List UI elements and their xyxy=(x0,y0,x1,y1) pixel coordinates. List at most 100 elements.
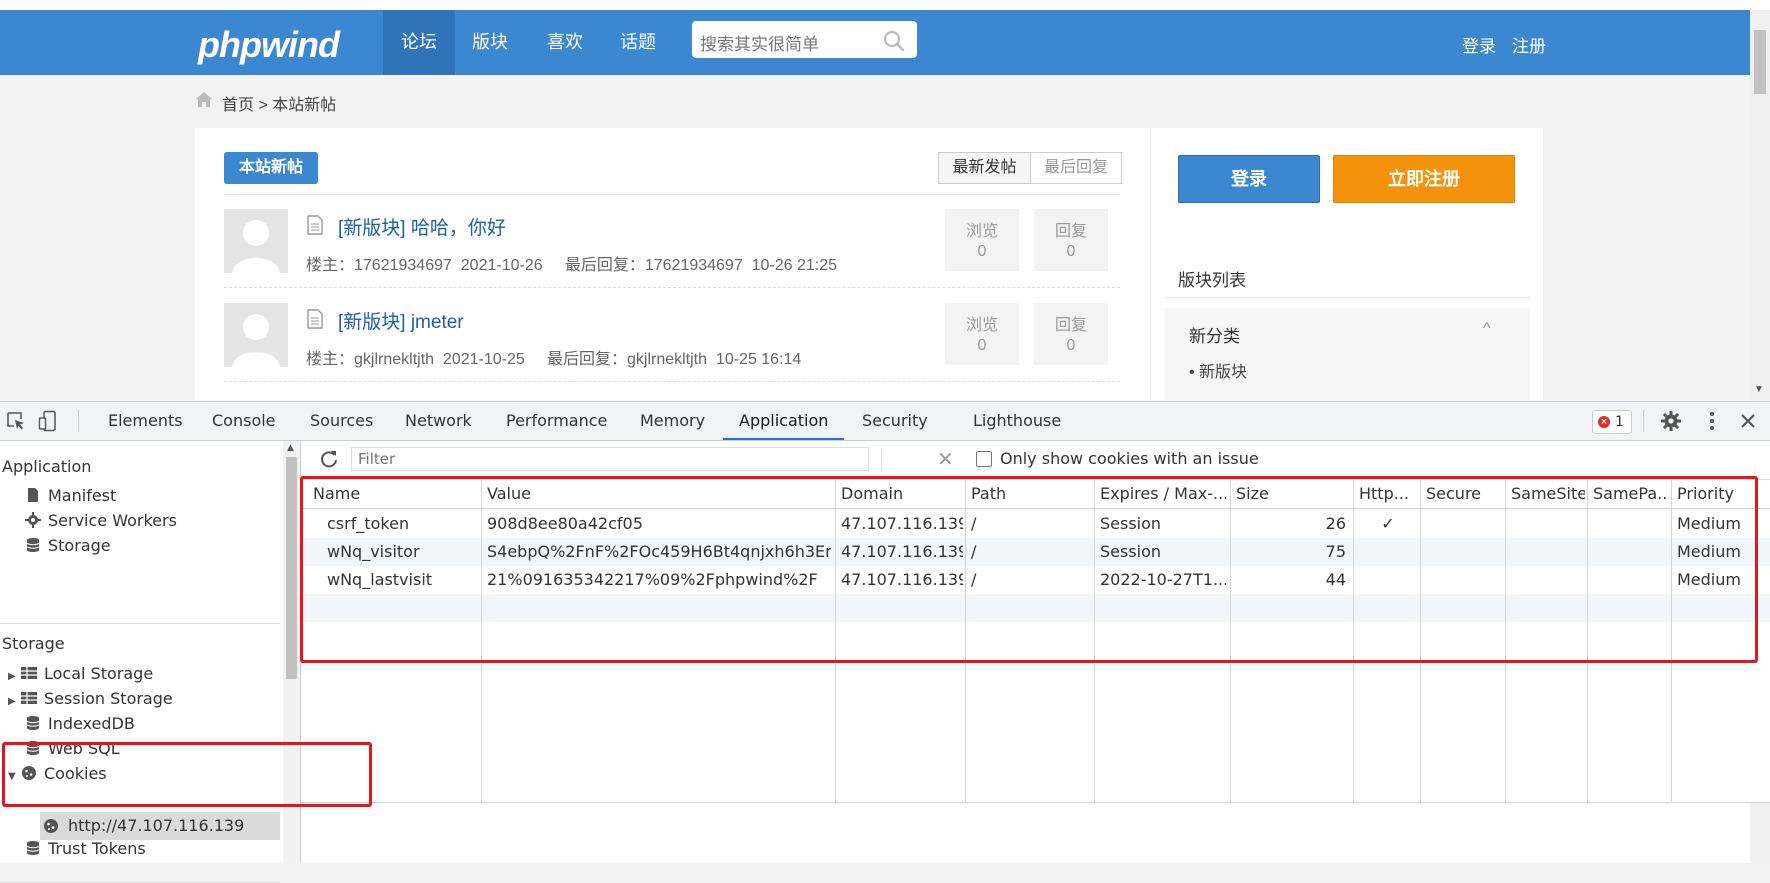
tab-network[interactable]: Network xyxy=(405,402,472,440)
side-login-button[interactable]: 登录 xyxy=(1178,155,1320,203)
thread-meta: 楼主：17621934697 2021-10-26 最后回复：176219346… xyxy=(306,257,838,274)
expand-arrow-icon[interactable]: ▶ xyxy=(8,696,20,707)
scroll-up-arrow-icon[interactable]: ▲ xyxy=(287,443,294,453)
side-register-button[interactable]: 立即注册 xyxy=(1333,155,1515,203)
divider xyxy=(224,194,1120,195)
sidebar-item-label: IndexedDB xyxy=(48,714,135,733)
sidebar-item-label: Trust Tokens xyxy=(48,839,146,858)
sidebar-item-session-storage[interactable]: ▶ Session Storage xyxy=(8,689,173,711)
sidebar-item-manifest[interactable]: Manifest xyxy=(24,486,116,508)
expand-arrow-icon[interactable]: ▶ xyxy=(8,671,20,682)
breadcrumb[interactable]: 首页 > 本站新帖 xyxy=(222,91,336,115)
sidebar-header-storage: Storage xyxy=(2,634,65,653)
tab-performance[interactable]: Performance xyxy=(506,402,607,440)
database-icon xyxy=(26,538,40,552)
cookie-host-label: http://47.107.116.139 xyxy=(68,816,245,835)
nav-forum[interactable]: 论坛 xyxy=(383,10,455,75)
sidebar-item-indexeddb[interactable]: IndexedDB xyxy=(24,714,135,736)
tab-latest-reply[interactable]: 最后回复 xyxy=(1030,152,1122,184)
avatar[interactable] xyxy=(224,303,288,367)
nav-login-link[interactable]: 登录 xyxy=(1462,32,1496,57)
site-navbar: phpwind 论坛 版块 喜欢 话题 搜索其实很简单 登录 注册 xyxy=(0,10,1750,75)
replies-box: 回复 0 xyxy=(1034,303,1108,365)
views-box: 浏览 0 xyxy=(945,303,1019,365)
sidebar-item-label: Service Workers xyxy=(48,511,177,530)
thread-title[interactable]: [新版块] 哈哈，你好 xyxy=(338,213,506,240)
page-scroll-thumb[interactable] xyxy=(1754,30,1766,94)
file-icon xyxy=(28,488,38,502)
highlight-box-cookie-table xyxy=(300,476,1758,663)
error-icon: × xyxy=(1598,416,1610,428)
sidebar-item-label: Local Storage xyxy=(44,664,154,683)
sidebar-item-label: Storage xyxy=(48,536,111,555)
sidebar-item-label: Session Storage xyxy=(44,689,173,708)
search-input[interactable]: 搜索其实很简单 xyxy=(692,21,917,58)
gear-icon xyxy=(25,512,41,528)
new-posts-tag: 本站新帖 xyxy=(224,152,318,184)
toolbar-separator xyxy=(78,410,79,432)
clear-icon[interactable]: ✕ xyxy=(937,449,954,469)
search-icon[interactable] xyxy=(882,29,906,53)
document-icon xyxy=(307,309,323,329)
sidebar-item-local-storage[interactable]: ▶ Local Storage xyxy=(8,664,153,686)
site-logo[interactable]: phpwind xyxy=(198,24,340,66)
highlight-box-cookies-item xyxy=(2,742,372,807)
nav-topic[interactable]: 话题 xyxy=(603,10,673,75)
avatar[interactable] xyxy=(224,209,288,273)
tab-application[interactable]: Application xyxy=(723,402,845,440)
tab-elements[interactable]: Elements xyxy=(108,402,183,440)
replies-count: 0 xyxy=(1066,337,1076,354)
search-placeholder: 搜索其实很简单 xyxy=(700,35,819,54)
toolbar-separator xyxy=(1643,410,1644,432)
collapse-arrow-icon[interactable]: ^ xyxy=(1483,320,1491,338)
home-icon[interactable] xyxy=(194,89,214,109)
board-item[interactable]: • 新版块 xyxy=(1189,358,1247,382)
sidebar-item-service-workers[interactable]: Service Workers xyxy=(24,511,177,533)
tab-latest-post[interactable]: 最新发帖 xyxy=(938,152,1031,184)
close-icon[interactable] xyxy=(1739,412,1757,430)
tab-memory[interactable]: Memory xyxy=(640,402,705,440)
views-label: 浏览 xyxy=(965,223,998,240)
thread-separator xyxy=(224,381,1120,383)
sidebar-scroll-thumb[interactable] xyxy=(286,457,297,679)
cookies-toolbar: ✕ Only show cookies with an issue xyxy=(301,441,1770,480)
device-toolbar-icon[interactable] xyxy=(38,410,60,432)
gear-icon[interactable] xyxy=(1660,410,1682,432)
cookie-preview-pane xyxy=(301,803,1750,863)
nav-like[interactable]: 喜欢 xyxy=(530,10,600,75)
tab-lighthouse[interactable]: Lighthouse xyxy=(973,402,1061,440)
cookie-icon xyxy=(44,819,58,833)
thread-meta: 楼主：gkjlrnekltjth 2021-10-25 最后回复：gkjlrne… xyxy=(306,351,802,368)
sidebar-divider xyxy=(0,623,280,624)
tab-sources[interactable]: Sources xyxy=(310,402,373,440)
thread-title[interactable]: [新版块] jmeter xyxy=(338,307,464,334)
tab-console[interactable]: Console xyxy=(212,402,276,440)
database-icon xyxy=(26,716,40,730)
more-options-icon[interactable] xyxy=(1702,410,1722,432)
sidebar-header-application: Application xyxy=(2,457,92,476)
sidebar-item-label: Manifest xyxy=(48,486,117,505)
thread-separator xyxy=(224,287,1120,289)
error-count-badge[interactable]: × 1 xyxy=(1592,410,1632,434)
page-scrollbar[interactable]: ▼ xyxy=(1750,10,1770,402)
views-box: 浏览 0 xyxy=(945,209,1019,271)
sidebar-item-cookie-host[interactable]: http://47.107.116.139 xyxy=(40,812,280,840)
tab-security[interactable]: Security xyxy=(862,402,928,440)
inspect-element-icon[interactable] xyxy=(6,411,26,431)
sidebar-item-storage[interactable]: Storage xyxy=(24,536,111,558)
refresh-icon[interactable] xyxy=(319,449,339,469)
only-issues-label[interactable]: Only show cookies with an issue xyxy=(1000,449,1259,468)
filter-input[interactable] xyxy=(351,447,869,471)
nav-board[interactable]: 版块 xyxy=(458,10,522,75)
only-issues-checkbox[interactable] xyxy=(976,451,992,467)
replies-box: 回复 0 xyxy=(1034,209,1108,271)
browser-top-strip xyxy=(0,0,1770,10)
thread-row: [新版块] 哈哈，你好 楼主：17621934697 2021-10-26 最后… xyxy=(224,209,1124,289)
nav-register-link[interactable]: 注册 xyxy=(1512,32,1546,57)
table-icon xyxy=(21,667,37,679)
error-count: 1 xyxy=(1615,414,1624,430)
scroll-down-arrow-icon[interactable]: ▼ xyxy=(1754,384,1764,395)
sidebar-item-trust-tokens[interactable]: Trust Tokens xyxy=(24,839,146,861)
board-category-name[interactable]: 新分类 xyxy=(1189,322,1240,347)
devtools-scrollbar[interactable] xyxy=(1750,803,1770,863)
